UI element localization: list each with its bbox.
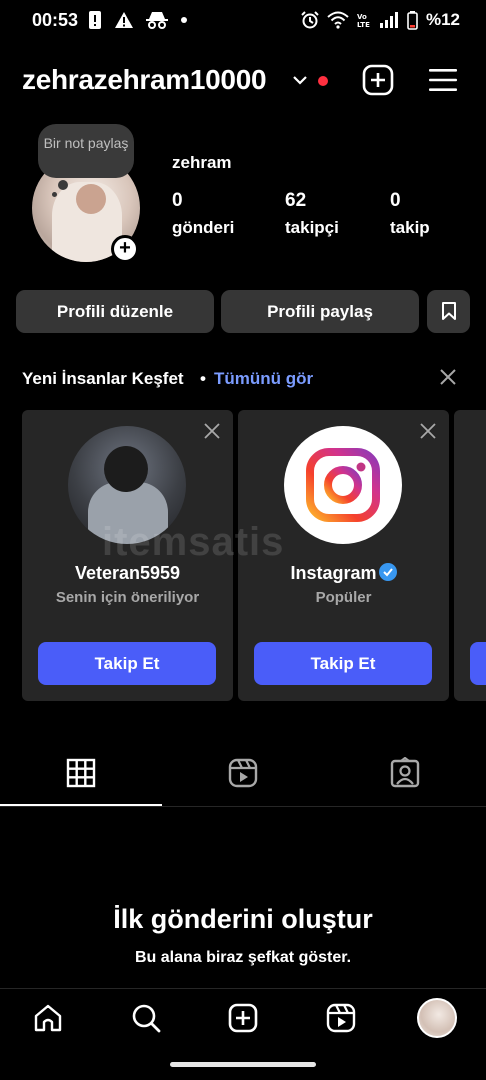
battery-level: %12: [425, 10, 460, 29]
battery-icon: [407, 10, 418, 30]
bookmark-icon: [441, 302, 456, 321]
reels-icon[interactable]: [227, 757, 259, 789]
instagram-logo-icon: [284, 426, 402, 544]
follow-button[interactable]: Takip Et: [254, 642, 432, 685]
share-profile-button[interactable]: Profili paylaş: [221, 290, 419, 333]
dot-icon: [181, 17, 187, 23]
menu-icon[interactable]: [428, 66, 458, 94]
search-icon[interactable]: [130, 1002, 162, 1034]
tab-divider: [0, 806, 486, 807]
avatar-photo-head: [104, 446, 148, 492]
suggestion-name[interactable]: Instagram: [290, 563, 376, 583]
suggestion-card-partial[interactable]: [454, 410, 486, 701]
close-icon[interactable]: [419, 422, 437, 440]
discover-title: Yeni İnsanlar Keşfet: [22, 369, 184, 388]
signal-icon: [379, 12, 398, 28]
home-indicator[interactable]: [170, 1062, 316, 1067]
suggestion-subtitle: Senin için öneriliyor: [55, 589, 200, 606]
avatar-face: [76, 184, 106, 214]
add-icon[interactable]: [362, 64, 394, 96]
status-time: 00:53: [32, 10, 79, 30]
suggestion-name-row[interactable]: Instagram: [238, 563, 449, 584]
stat-following[interactable]: 0 takip: [390, 190, 430, 238]
display-name: zehram: [172, 153, 232, 172]
stat-value: 0: [172, 190, 183, 211]
saved-button[interactable]: [427, 290, 470, 333]
grid-icon[interactable]: [65, 757, 97, 789]
status-bar: 00:53 Vo LTE %12: [0, 0, 486, 42]
wifi-icon: [327, 11, 349, 29]
create-icon[interactable]: [227, 1002, 259, 1034]
reels-icon[interactable]: [325, 1002, 357, 1034]
suggestion-subtitle: Popüler: [315, 589, 372, 606]
alarm-icon: [301, 11, 319, 29]
chevron-down-icon[interactable]: [292, 72, 308, 88]
suggestion-avatar[interactable]: [284, 426, 402, 544]
stat-value: 0: [390, 190, 401, 211]
nav-divider: [0, 988, 486, 989]
empty-state-title: İlk gönderini oluştur: [113, 904, 373, 934]
stat-label: takip: [390, 218, 430, 237]
status-system-icons: Vo LTE %12: [301, 10, 460, 30]
discover-separator: •: [200, 369, 206, 388]
status-notification-icons: [88, 10, 188, 30]
watermark: itemsatis: [102, 520, 285, 564]
volte-icon: VoLTE: [357, 13, 370, 29]
follow-button[interactable]: Takip Et: [38, 642, 216, 685]
profile-avatar[interactable]: [417, 998, 457, 1038]
notification-dot: [318, 76, 328, 86]
verified-badge-icon: [378, 563, 397, 581]
home-icon[interactable]: [32, 1002, 64, 1034]
warning-icon: [115, 12, 133, 28]
edit-profile-button[interactable]: Profili düzenle: [16, 290, 214, 333]
svg-text:LTE: LTE: [357, 21, 370, 29]
close-icon[interactable]: [203, 422, 221, 440]
stat-value: 62: [285, 190, 307, 211]
stat-label: takipçi: [285, 218, 339, 237]
follow-button[interactable]: [470, 642, 486, 685]
note-bubble-tail-small: [52, 192, 57, 197]
stat-posts[interactable]: 0 gönderi: [172, 190, 234, 238]
see-all-link[interactable]: Tümünü gör: [214, 369, 313, 389]
profile-username[interactable]: zehrazehram10000: [22, 64, 267, 96]
incognito-icon: [146, 12, 168, 29]
empty-state-subtitle: Bu alana biraz şefkat göster.: [134, 949, 352, 966]
stat-followers[interactable]: 62 takipçi: [285, 190, 339, 238]
stat-label: gönderi: [172, 218, 235, 237]
note-bubble-tail: [58, 180, 68, 190]
svg-text:Vo: Vo: [357, 13, 367, 21]
suggestion-name[interactable]: Veteran5959: [22, 563, 233, 584]
note-text: Bir not paylaş: [43, 135, 129, 151]
add-story-icon[interactable]: +: [111, 235, 139, 263]
tagged-icon[interactable]: [389, 757, 421, 789]
close-icon[interactable]: [438, 367, 458, 387]
sim-alert-icon: [89, 11, 101, 29]
note-bubble[interactable]: Bir not paylaş: [38, 124, 134, 178]
